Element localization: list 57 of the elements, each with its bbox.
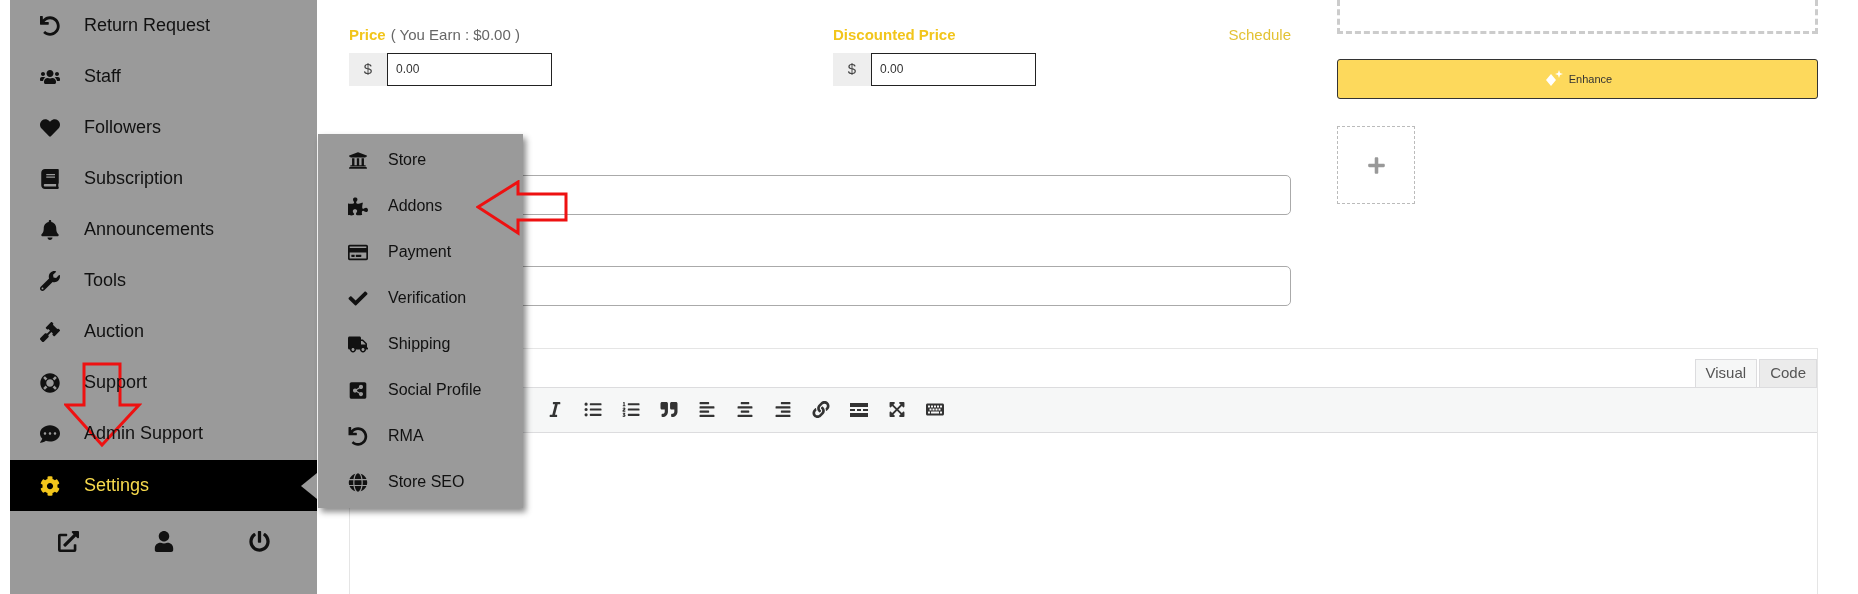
chat-bubble-icon <box>40 423 60 444</box>
bullet-list-icon[interactable] <box>584 401 602 418</box>
puzzle-icon <box>348 196 368 216</box>
discounted-price-input[interactable]: 0.00 <box>871 52 1036 86</box>
sidebar-item[interactable]: Announcements <box>10 204 317 255</box>
plus-icon <box>1366 155 1386 175</box>
globe-icon <box>348 472 368 492</box>
sidebar-item[interactable]: Subscription <box>10 153 317 204</box>
editor-tab[interactable]: Visual <box>1694 358 1758 387</box>
bank-icon <box>348 150 368 170</box>
undo-icon <box>40 15 60 36</box>
wrench-icon <box>40 270 60 291</box>
settings-icon <box>40 475 60 496</box>
link-icon[interactable] <box>812 401 830 418</box>
share-icon <box>348 380 368 400</box>
menu-item[interactable]: Addons <box>318 183 523 229</box>
sidebar-item[interactable]: Return Request <box>10 0 317 51</box>
numbered-list-icon[interactable] <box>622 401 640 418</box>
gavel-icon <box>40 321 60 342</box>
sidebar-item[interactable]: Tools <box>10 255 317 306</box>
sidebar-item[interactable]: Followers <box>10 102 317 153</box>
keyboard-icon[interactable] <box>926 401 944 418</box>
align-left-icon[interactable] <box>698 401 716 418</box>
external-link-icon[interactable] <box>57 530 79 552</box>
align-center-icon[interactable] <box>736 401 754 418</box>
enhance-button[interactable]: Enhance <box>1337 59 1818 99</box>
currency-addon: $ <box>833 52 871 86</box>
heart-icon <box>40 117 60 138</box>
undo-icon <box>348 426 368 446</box>
quote-icon[interactable] <box>660 401 678 418</box>
bell-icon <box>40 219 60 240</box>
earnings-note: ( You Earn : $0.00 ) <box>390 25 520 45</box>
life-ring-icon <box>40 372 60 393</box>
sidebar-item[interactable]: Settings <box>10 460 317 511</box>
menu-item[interactable]: Shipping <box>318 321 523 367</box>
credit-card-icon <box>348 242 368 262</box>
editor-tab[interactable]: Code <box>1759 358 1817 387</box>
currency-addon: $ <box>349 52 387 86</box>
price-label: Price <box>349 25 386 45</box>
menu-item[interactable]: Verification <box>318 275 523 321</box>
fullscreen-icon[interactable] <box>888 401 906 418</box>
menu-item[interactable]: Store SEO <box>318 459 523 505</box>
sidebar-item[interactable]: Staff <box>10 51 317 102</box>
menu-item[interactable]: Social Profile <box>318 367 523 413</box>
discounted-price-label: Discounted Price <box>833 25 956 45</box>
price-input[interactable]: 0.00 <box>387 52 552 86</box>
book-icon <box>40 168 60 189</box>
menu-item[interactable]: Payment <box>318 229 523 275</box>
menu-item[interactable]: Store <box>318 137 523 183</box>
align-right-icon[interactable] <box>774 401 792 418</box>
check-icon <box>348 288 368 308</box>
power-icon[interactable] <box>248 530 270 552</box>
truck-icon <box>348 334 368 354</box>
menu-item[interactable]: RMA <box>318 413 523 459</box>
sidebar-item[interactable]: Auction <box>10 306 317 357</box>
read-more-icon <box>850 402 868 417</box>
user-icon[interactable] <box>153 530 174 552</box>
